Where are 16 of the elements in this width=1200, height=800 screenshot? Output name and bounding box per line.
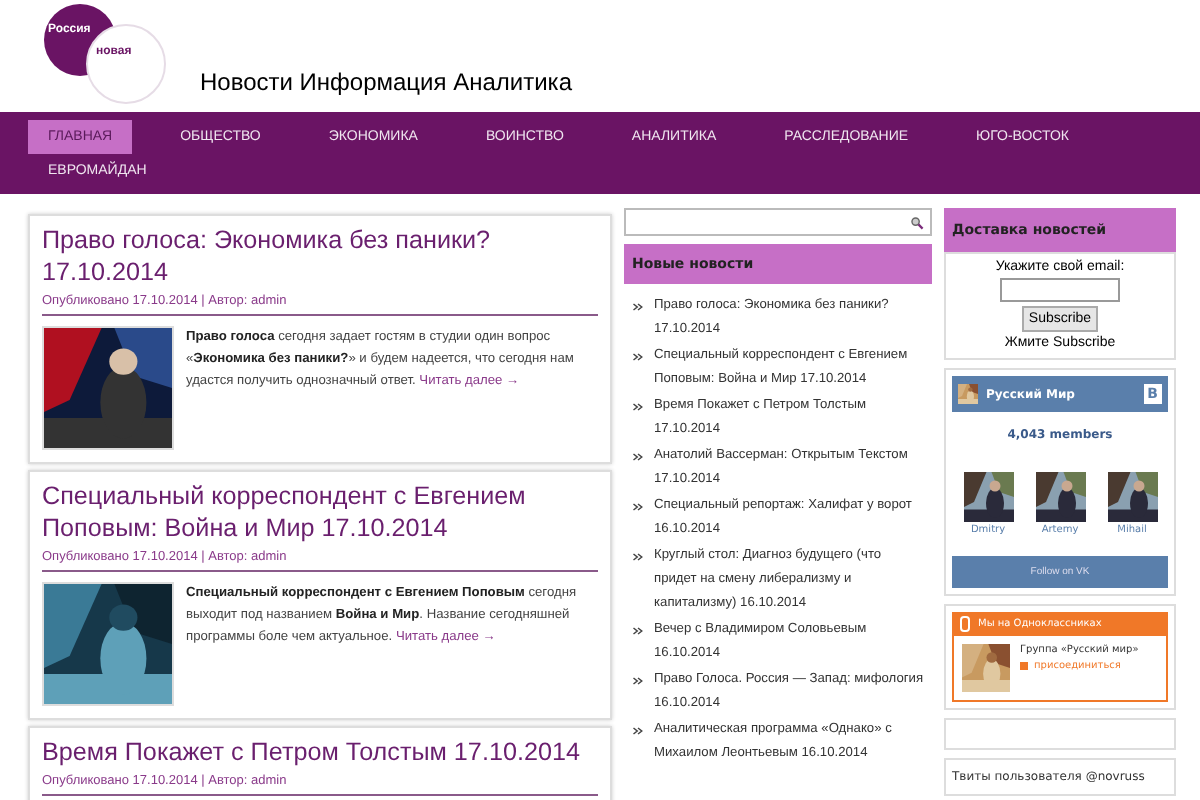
chevron-icon [632,552,644,562]
site-tagline: Новости Информация Аналитика [200,68,572,96]
email-field[interactable] [1000,278,1120,302]
search-icon[interactable] [910,215,924,229]
chevron-icon [632,352,644,362]
chevron-icon [632,502,644,512]
post-title[interactable]: Время Покажет с Петром Толстым 17.10.2014 [42,736,598,768]
chevron-icon [632,626,644,636]
chevron-icon [632,726,644,736]
chevron-icon [632,402,644,412]
post-title[interactable]: Право голоса: Экономика без паники? 17.10.2014 [42,224,598,288]
chevron-icon [632,302,644,312]
search-field[interactable] [624,208,932,236]
chevron-icon [632,452,644,462]
post-title[interactable]: Специальный корреспондент с Евгением Поповым: Война и Мир 17.10.2014 [42,480,598,544]
chevron-icon [632,676,644,686]
